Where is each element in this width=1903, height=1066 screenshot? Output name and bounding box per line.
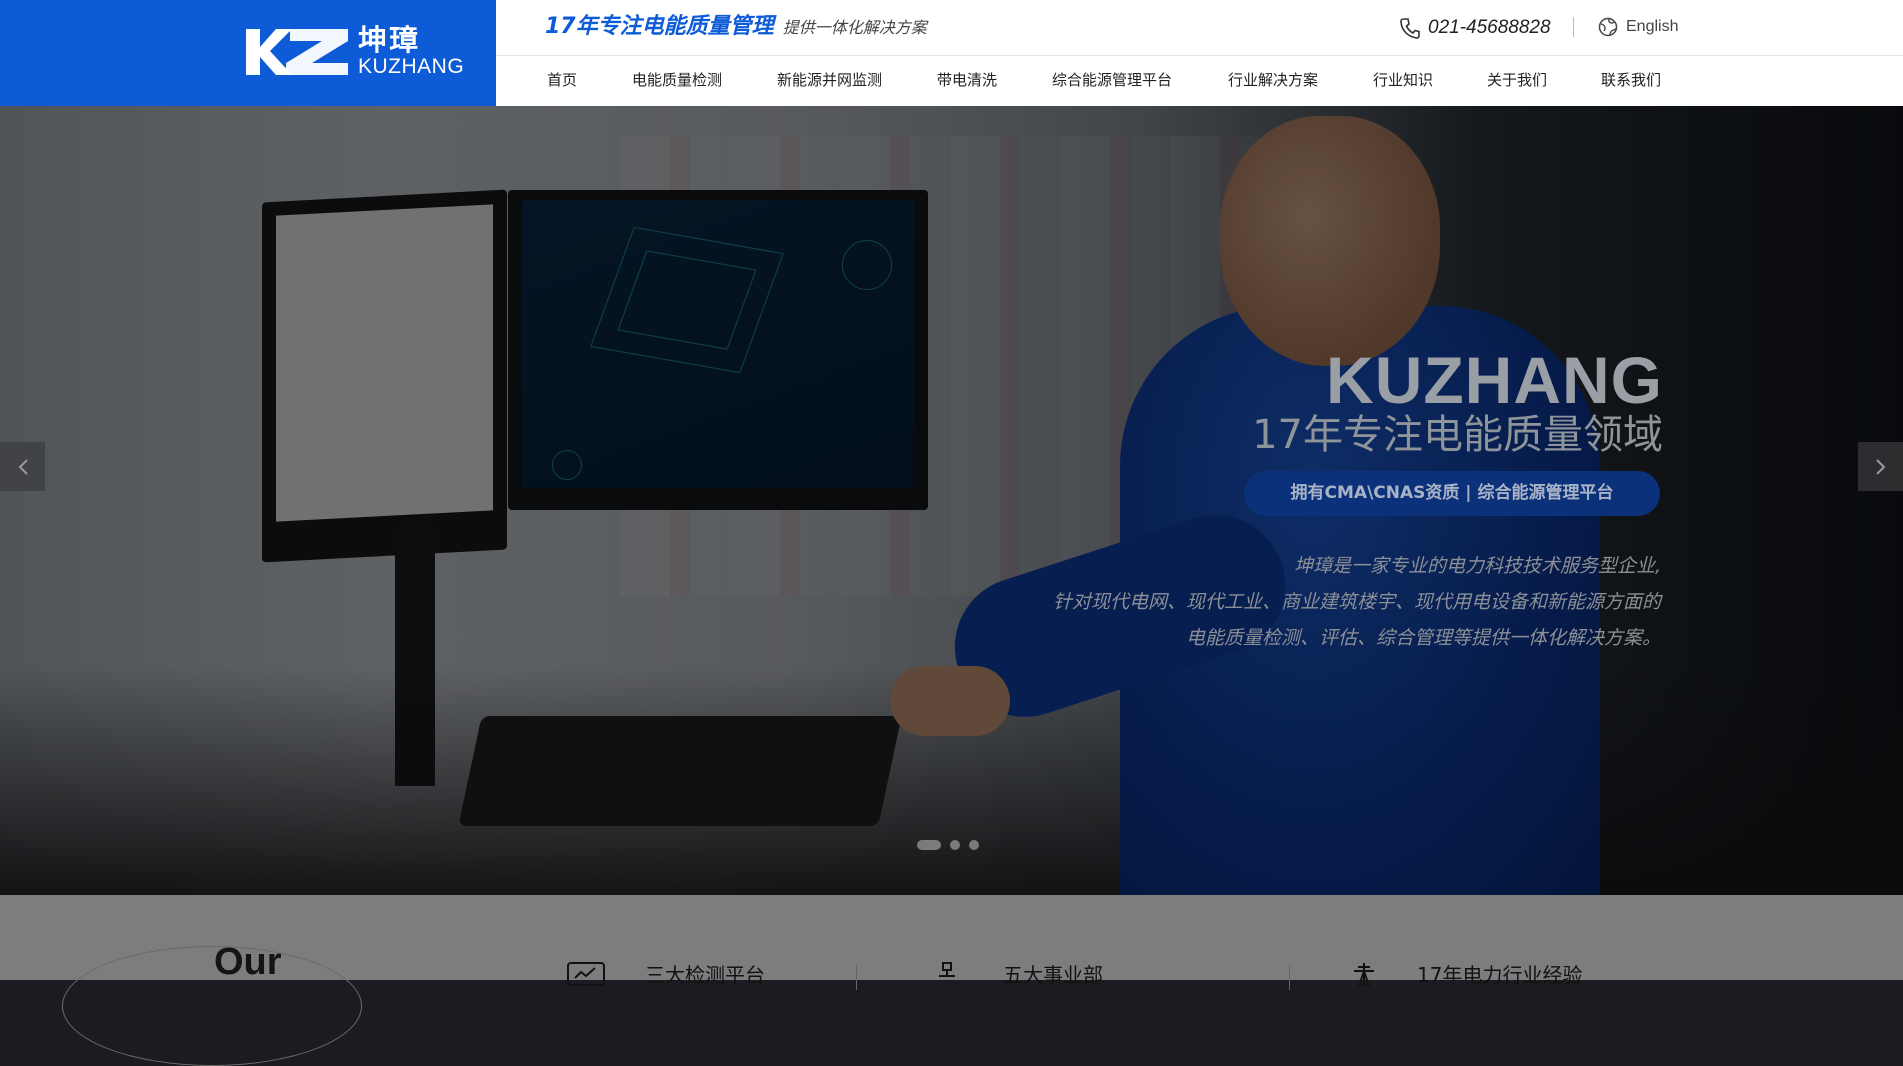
phone-icon: [1400, 18, 1420, 39]
carousel-dot[interactable]: [969, 840, 979, 850]
carousel-pagination: [917, 840, 979, 850]
phone-contact[interactable]: 021-45688828: [1400, 15, 1551, 41]
language-switch[interactable]: English: [1598, 14, 1678, 40]
org-chart-icon: [939, 962, 955, 977]
nav-item-about[interactable]: 关于我们: [1487, 69, 1547, 91]
nav-item-new-energy-grid[interactable]: 新能源并网监测: [777, 69, 882, 91]
feature-divider: [856, 965, 857, 990]
carousel-dot[interactable]: [917, 840, 941, 850]
hero-badge: 拥有CMA\CNAS资质 | 综合能源管理平台: [1244, 471, 1660, 516]
nav-item-contact[interactable]: 联系我们: [1601, 69, 1661, 91]
hero-title: KUZHANG: [1326, 343, 1663, 417]
main-nav: 首页 电能质量检测 新能源并网监测 带电清洗 综合能源管理平台 行业解决方案 行…: [0, 69, 1903, 93]
nav-item-power-quality-test[interactable]: 电能质量检测: [632, 69, 722, 91]
slogan-sub: 提供一体化解决方案: [782, 18, 927, 37]
logo-chinese-name: 坤璋: [358, 23, 421, 57]
monitor-icon: [567, 962, 605, 986]
feature-divider: [1289, 965, 1290, 990]
feature-label: 17年电力行业经验: [1417, 963, 1583, 987]
hero-subtitle: 17年专注电能质量领域: [1252, 412, 1663, 458]
language-label: English: [1626, 18, 1679, 35]
chevron-right-icon: [1875, 458, 1885, 475]
feature-label: 三大检测平台: [645, 963, 765, 987]
about-heading: Our: [214, 941, 282, 983]
carousel-next-button[interactable]: [1858, 442, 1903, 491]
tower-icon: [1354, 963, 1374, 986]
feature-label: 五大事业部: [1003, 963, 1103, 987]
nav-item-knowledge[interactable]: 行业知识: [1373, 69, 1433, 91]
nav-divider: [496, 55, 1903, 56]
hero-description: 坤璋是一家专业的电力科技技术服务型企业, 针对现代电网、现代工业、商业建筑楼宇、…: [1053, 548, 1661, 656]
nav-item-home[interactable]: 首页: [547, 69, 577, 91]
nav-item-energy-platform[interactable]: 综合能源管理平台: [1052, 69, 1172, 91]
nav-item-solutions[interactable]: 行业解决方案: [1228, 69, 1318, 91]
nav-item-live-cleaning[interactable]: 带电清洗: [937, 69, 997, 91]
header-divider: [1573, 17, 1574, 37]
hero-desc-line: 针对现代电网、现代工业、商业建筑楼宇、现代用电设备和新能源方面的: [1052, 591, 1661, 613]
carousel-prev-button[interactable]: [0, 442, 45, 491]
hero-desc-line: 电能质量检测、评估、综合管理等提供一体化解决方案。: [1185, 627, 1661, 649]
site-header: 坤璋 KUZHANG 17年专注电能质量管理 提供一体化解决方案 021-456…: [0, 0, 1903, 106]
carousel-dot[interactable]: [950, 840, 960, 850]
slogan: 17年专注电能质量管理 提供一体化解决方案: [545, 12, 927, 43]
decorative-circle: [62, 946, 362, 1066]
phone-number: 021-45688828: [1428, 17, 1551, 38]
slogan-main: 17年专注电能质量管理: [545, 14, 774, 39]
chevron-left-icon: [18, 458, 28, 475]
globe-icon: [1598, 17, 1618, 37]
hero-desc-line: 坤璋是一家专业的电力科技技术服务型企业,: [1293, 555, 1661, 577]
